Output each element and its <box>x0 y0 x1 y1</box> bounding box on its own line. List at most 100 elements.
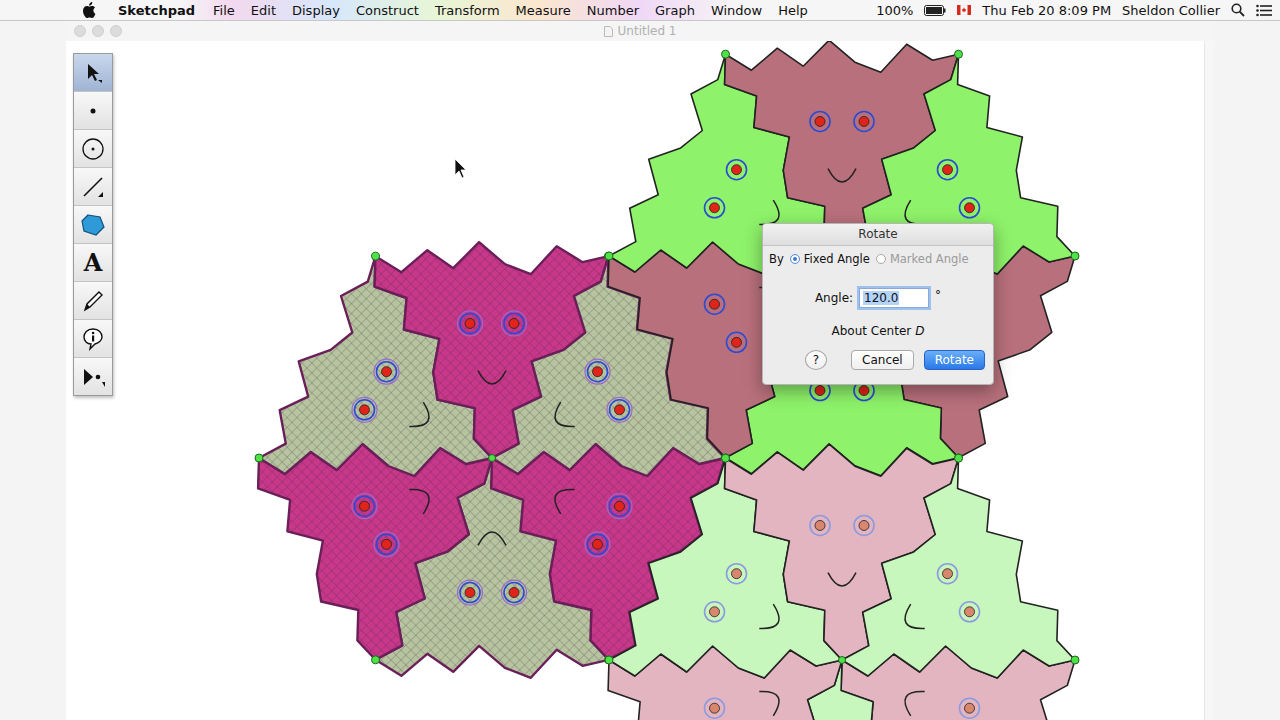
vertex-point[interactable] <box>721 454 729 462</box>
compass-tool-icon <box>81 137 105 161</box>
eye-point[interactable] <box>502 311 527 336</box>
tool-button[interactable] <box>74 130 112 168</box>
eye-point[interactable] <box>726 332 746 352</box>
center-point[interactable] <box>489 455 496 462</box>
menu-item[interactable]: Construct <box>356 3 419 18</box>
eye-point[interactable] <box>854 111 874 131</box>
eye-point[interactable] <box>810 111 830 131</box>
dialog-button[interactable]: Cancel <box>851 350 914 370</box>
tessellation[interactable] <box>66 41 1214 720</box>
vertex-point[interactable] <box>372 656 380 664</box>
center-point[interactable] <box>839 657 846 664</box>
vertex-point[interactable] <box>255 454 263 462</box>
mouse-cursor-icon <box>455 159 466 178</box>
vertex-point[interactable] <box>955 50 963 58</box>
vertex-point[interactable] <box>722 50 730 58</box>
app-menu[interactable]: Sketchpad <box>118 3 195 18</box>
menu-item[interactable]: Measure <box>516 3 571 18</box>
canada-flag-icon[interactable] <box>957 5 971 15</box>
vertex-point[interactable] <box>1071 656 1079 664</box>
vertex-point[interactable] <box>605 252 613 260</box>
tool-button[interactable] <box>74 168 112 206</box>
eye-point[interactable] <box>607 494 632 519</box>
tile[interactable] <box>258 444 492 660</box>
menu-item[interactable]: Transform <box>435 3 500 18</box>
battery-icon[interactable] <box>924 5 946 16</box>
eye-point[interactable] <box>959 198 979 218</box>
angle-field[interactable]: 120.0 <box>859 288 929 308</box>
eye-point[interactable] <box>705 294 725 314</box>
tile-mouth <box>905 692 925 716</box>
eye-point[interactable] <box>705 198 725 218</box>
info-tool-icon <box>81 327 105 351</box>
toolbox: A <box>73 53 113 396</box>
vertex-point[interactable] <box>955 454 963 462</box>
tool-button[interactable] <box>74 54 112 92</box>
scrollbar[interactable] <box>1204 41 1214 720</box>
close-button[interactable] <box>74 25 86 37</box>
search-icon[interactable] <box>1231 3 1245 17</box>
menu-bar: Sketchpad File Edit Display Construct Transfo… <box>0 0 1280 21</box>
tool-button[interactable]: A <box>74 244 112 282</box>
notification-list-icon[interactable] <box>1256 4 1272 17</box>
apple-icon[interactable] <box>82 2 96 18</box>
eye-point[interactable] <box>810 515 830 535</box>
text-tool-glyph: A <box>84 248 103 277</box>
eye-point[interactable] <box>938 160 958 180</box>
vertex-point[interactable] <box>722 454 730 462</box>
tile[interactable] <box>842 458 1075 678</box>
eye-point[interactable] <box>502 580 527 605</box>
clock[interactable]: Thu Feb 20 8:09 PM <box>982 3 1111 18</box>
menu-item[interactable]: File <box>213 3 235 18</box>
eye-point[interactable] <box>352 397 377 422</box>
tile-cluster[interactable] <box>605 444 1079 720</box>
vertex-point[interactable] <box>955 454 963 462</box>
dialog-button[interactable]: Rotate <box>924 350 985 370</box>
document-icon <box>604 26 613 37</box>
vertex-point[interactable] <box>1071 252 1079 260</box>
menu-item[interactable]: Number <box>587 3 639 18</box>
menu-item[interactable]: Help <box>778 3 808 18</box>
menu-item[interactable]: Edit <box>251 3 276 18</box>
tile-mouth <box>478 532 506 545</box>
eye-point[interactable] <box>607 397 632 422</box>
tile-mouth <box>555 402 575 426</box>
eye-point[interactable] <box>959 698 979 718</box>
eye-point[interactable] <box>959 602 979 622</box>
eye-point[interactable] <box>585 359 610 384</box>
tool-button[interactable] <box>74 92 112 130</box>
user-name[interactable]: Sheldon Collier <box>1122 3 1220 18</box>
eye-point[interactable] <box>705 602 725 622</box>
sketch-canvas[interactable]: ARotateByFixed AngleMarked AngleAngle:12… <box>66 41 1214 720</box>
eye-point[interactable] <box>458 580 483 605</box>
eye-point[interactable] <box>352 494 377 519</box>
tool-button[interactable] <box>74 282 112 320</box>
radio-option: Marked Angle <box>876 252 969 266</box>
eye-point[interactable] <box>374 359 399 384</box>
eye-point[interactable] <box>705 698 725 718</box>
minimize-button[interactable] <box>92 25 104 37</box>
zoom-button[interactable] <box>110 25 122 37</box>
eye-point[interactable] <box>585 532 610 557</box>
vertex-point[interactable] <box>372 252 380 260</box>
vertex-point[interactable] <box>605 656 613 664</box>
eye-point[interactable] <box>726 160 746 180</box>
radio-option[interactable]: Fixed Angle <box>790 252 870 266</box>
eye-point[interactable] <box>938 564 958 584</box>
radio-button <box>790 254 800 264</box>
eye-point[interactable] <box>458 311 483 336</box>
dialog-button[interactable]: ? <box>805 350 827 370</box>
tile-cluster[interactable] <box>605 41 1079 476</box>
menu-item[interactable]: Window <box>711 3 762 18</box>
menu-item[interactable]: Display <box>292 3 340 18</box>
eye-point[interactable] <box>374 532 399 557</box>
vertex-point[interactable] <box>605 656 613 664</box>
vertex-point[interactable] <box>722 454 730 462</box>
menu-item[interactable]: Graph <box>655 3 695 18</box>
tool-button[interactable] <box>74 320 112 358</box>
vertex-point[interactable] <box>605 252 613 260</box>
eye-point[interactable] <box>854 515 874 535</box>
tool-button[interactable] <box>74 206 112 244</box>
tool-button[interactable] <box>74 358 112 395</box>
eye-point[interactable] <box>726 564 746 584</box>
